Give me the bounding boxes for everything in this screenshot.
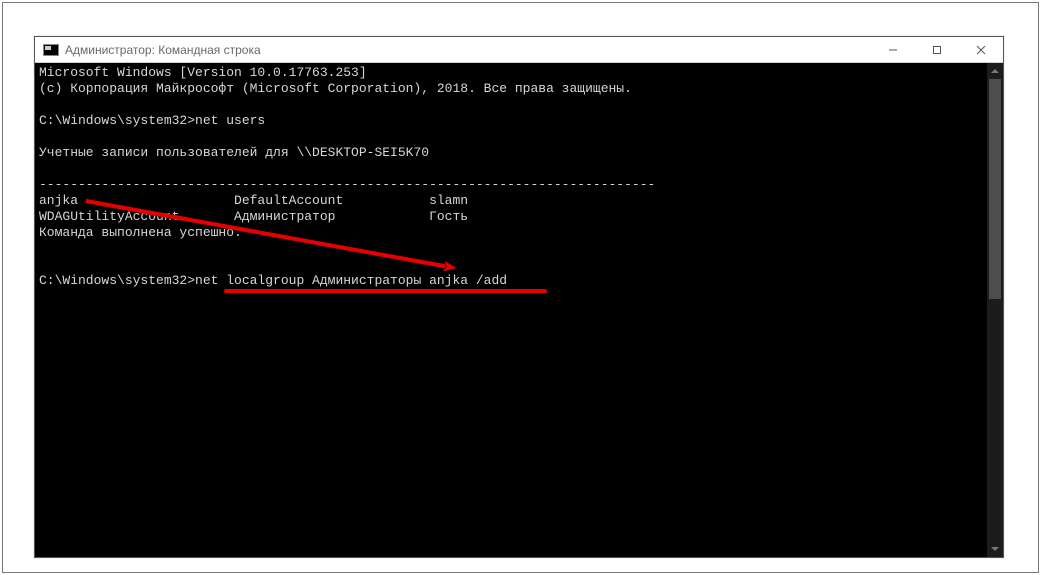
scroll-down-button[interactable] (987, 541, 1003, 557)
titlebar[interactable]: Администратор: Командная строка (35, 37, 1003, 63)
maximize-button[interactable] (915, 37, 959, 62)
minimize-button[interactable] (871, 37, 915, 62)
client-area: Microsoft Windows [Version 10.0.17763.25… (35, 63, 1003, 557)
cmd-icon (43, 44, 59, 56)
scroll-thumb[interactable] (989, 79, 1001, 299)
scroll-up-button[interactable] (987, 63, 1003, 79)
terminal-output[interactable]: Microsoft Windows [Version 10.0.17763.25… (35, 63, 987, 557)
vertical-scrollbar[interactable] (987, 63, 1003, 557)
window-title: Администратор: Командная строка (65, 43, 261, 57)
close-button[interactable] (959, 37, 1003, 62)
cmd-window: Администратор: Командная строка Microsof… (34, 36, 1004, 558)
